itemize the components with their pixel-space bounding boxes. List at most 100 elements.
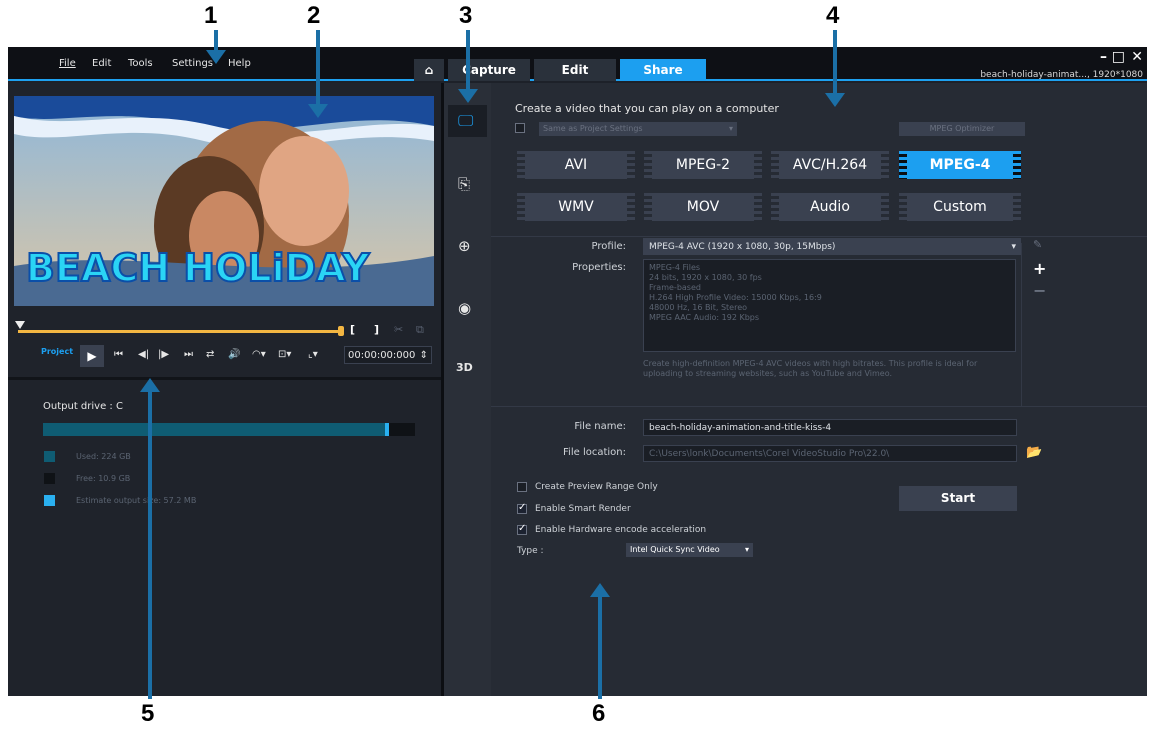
callout-arrowhead-6 xyxy=(590,583,610,597)
play-icon[interactable]: ▶ xyxy=(80,345,104,367)
callout-6: 6 xyxy=(592,700,606,727)
scrubber-handle[interactable] xyxy=(15,321,25,329)
3d-icon[interactable]: 3D xyxy=(456,361,473,374)
tab-share[interactable]: Share xyxy=(620,59,706,81)
callout-arrow-6 xyxy=(598,596,602,699)
preview-range-checkbox[interactable] xyxy=(517,482,527,492)
project-settings-value: Same as Project Settings xyxy=(543,124,643,133)
callout-arrowhead-2 xyxy=(308,104,328,118)
menu-help[interactable]: Help xyxy=(228,58,251,69)
next-frame-icon[interactable]: |▶ xyxy=(158,349,169,360)
prev-frame-icon[interactable]: ◀| xyxy=(138,349,149,360)
callout-3: 3 xyxy=(459,2,473,29)
hw-accel-checkbox[interactable] xyxy=(517,523,527,535)
divider xyxy=(491,406,1147,407)
profile-value: MPEG-4 AVC (1920 x 1080, 30p, 15Mbps) xyxy=(649,242,836,252)
share-heading: Create a video that you can play on a co… xyxy=(515,102,779,115)
free-label: Free: 10.9 GB xyxy=(76,474,131,483)
volume-icon[interactable]: 🔊 xyxy=(228,349,240,360)
menu-edit[interactable]: Edit xyxy=(92,58,111,69)
share-category-bar: 🖵 ⎘ ⊕ ◉ 3D xyxy=(444,83,491,696)
property-line: Frame-based xyxy=(649,283,701,292)
drive-usage-bar xyxy=(43,423,415,436)
format-avc[interactable]: AVC/H.264 xyxy=(771,151,889,179)
estimate-label: Estimate output size: 57.2 MB xyxy=(76,496,197,505)
property-line: MPEG AAC Audio: 192 Kbps xyxy=(649,313,760,322)
device-icon[interactable]: ⎘ xyxy=(458,175,470,193)
preview-window: BEACH HOLiDAY xyxy=(14,96,434,306)
player-panel: BEACH HOLiDAY [ ] ✂ ⧉ Project ▶ ⏮ ◀| |▶ … xyxy=(8,83,444,696)
web-globe-icon[interactable]: ⊕ xyxy=(458,237,471,255)
cut-icon[interactable]: ✂ xyxy=(394,323,403,336)
drive-used-fill xyxy=(43,423,389,436)
minimize-button[interactable]: – xyxy=(1100,49,1107,65)
encoder-type-value: Intel Quick Sync Video xyxy=(630,545,720,554)
file-location-input[interactable]: C:\Users\lonk\Documents\Corel VideoStudi… xyxy=(643,445,1017,462)
estimate-marker xyxy=(384,423,389,436)
profile-description: Create high-definition MPEG-4 AVC videos… xyxy=(643,359,978,378)
filename-input[interactable]: beach-holiday-animation-and-title-kiss-4 xyxy=(643,419,1017,436)
add-profile-icon[interactable]: + xyxy=(1033,259,1046,278)
output-drive-label: Output drive : C xyxy=(43,401,123,412)
resize-icon[interactable]: ⌞▾ xyxy=(308,349,318,360)
properties-label: Properties: xyxy=(572,262,626,273)
start-button[interactable]: Start xyxy=(899,486,1017,511)
tab-edit[interactable]: Edit xyxy=(534,59,616,81)
same-as-project-checkbox[interactable] xyxy=(515,123,525,133)
copy-icon[interactable]: ⧉ xyxy=(416,323,424,337)
menu-file[interactable]: File xyxy=(59,58,76,69)
mark-out-button[interactable]: ] xyxy=(374,323,379,336)
format-mov[interactable]: MOV xyxy=(644,193,762,221)
home-start-icon[interactable]: ⏮ xyxy=(114,349,123,360)
project-label[interactable]: Project xyxy=(41,347,73,356)
end-icon[interactable]: ⏭ xyxy=(184,349,193,360)
chevron-down-icon: ▾ xyxy=(1011,242,1016,252)
encoder-type-dropdown[interactable]: Intel Quick Sync Video ▾ xyxy=(626,543,753,557)
mark-in-button[interactable]: [ xyxy=(350,323,355,336)
menu-tools[interactable]: Tools xyxy=(128,58,153,69)
format-mpeg2[interactable]: MPEG-2 xyxy=(644,151,762,179)
format-wmv[interactable]: WMV xyxy=(517,193,635,221)
format-mpeg4[interactable]: MPEG-4 xyxy=(899,151,1021,179)
smart-render-checkbox[interactable] xyxy=(517,502,527,514)
callout-arrow-5 xyxy=(148,391,152,699)
callout-4: 4 xyxy=(826,2,840,29)
profile-dropdown[interactable]: MPEG-4 AVC (1920 x 1080, 30p, 15Mbps) ▾ xyxy=(643,238,1021,255)
browse-folder-icon[interactable]: 📂 xyxy=(1026,445,1042,460)
callout-arrowhead-4 xyxy=(825,93,845,107)
file-location-label: File location: xyxy=(563,447,626,458)
close-button[interactable]: ✕ xyxy=(1131,49,1143,65)
share-options-panel: Create a video that you can play on a co… xyxy=(491,83,1147,696)
project-settings-dropdown[interactable]: Same as Project Settings ▾ xyxy=(539,122,737,136)
format-custom[interactable]: Custom xyxy=(899,193,1021,221)
aspect-icon[interactable]: ⊡▾ xyxy=(278,349,291,360)
timecode-spin-icon[interactable]: ⇕ xyxy=(420,347,428,365)
properties-box: MPEG-4 Files 24 bits, 1920 x 1080, 30 fp… xyxy=(643,259,1016,352)
used-swatch xyxy=(44,451,55,462)
maximize-button[interactable]: □ xyxy=(1112,49,1125,65)
format-avi[interactable]: AVI xyxy=(517,151,635,179)
edit-pencil-icon[interactable]: ✎ xyxy=(1033,238,1042,251)
mpeg-optimizer-button[interactable]: MPEG Optimizer xyxy=(899,122,1025,136)
timecode-field[interactable]: 00:00:00:000 ⇕ xyxy=(344,346,432,364)
format-audio[interactable]: Audio xyxy=(771,193,889,221)
divider xyxy=(1021,243,1022,406)
computer-category[interactable]: 🖵 xyxy=(448,105,487,137)
free-swatch xyxy=(44,473,55,484)
remove-profile-icon[interactable]: − xyxy=(1033,281,1046,300)
disc-icon[interactable]: ◉ xyxy=(458,299,471,317)
callout-2: 2 xyxy=(307,2,321,29)
scrubber-track[interactable] xyxy=(18,330,344,333)
trim-marker[interactable] xyxy=(338,326,344,336)
tab-capture[interactable]: Capture xyxy=(448,59,530,81)
chevron-down-icon: ▾ xyxy=(744,545,749,554)
divider xyxy=(491,236,1147,237)
repeat-icon[interactable]: ⇄ xyxy=(206,349,214,360)
home-tab[interactable]: ⌂ xyxy=(414,59,444,81)
title-bar: File Edit Tools Settings Help ⌂ Capture … xyxy=(8,47,1147,81)
property-line: MPEG-4 Files xyxy=(649,263,701,272)
360-icon[interactable]: ◠▾ xyxy=(252,349,266,360)
home-icon: ⌂ xyxy=(424,63,434,77)
property-line: H.264 High Profile Video: 15000 Kbps, 16… xyxy=(649,293,822,302)
estimate-swatch xyxy=(44,495,55,506)
